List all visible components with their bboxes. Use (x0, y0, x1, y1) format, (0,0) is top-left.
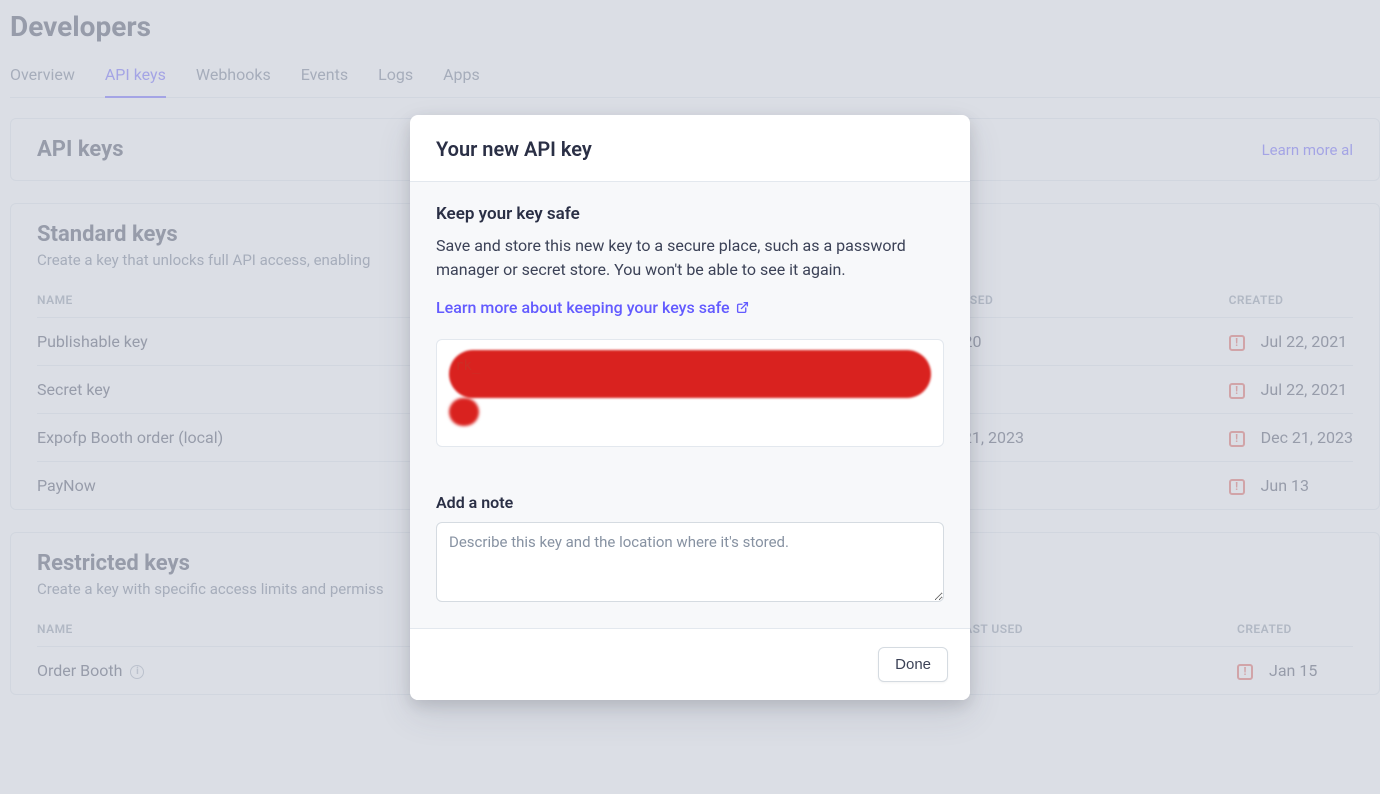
done-button[interactable]: Done (878, 647, 948, 682)
note-input[interactable] (436, 522, 944, 602)
key-prefix: rk_ (455, 358, 480, 374)
key-tail: ZF (455, 408, 925, 424)
modal-header: Your new API key (410, 115, 970, 182)
keep-safe-desc: Save and store this new key to a secure … (436, 234, 944, 282)
modal-title: Your new API key (436, 137, 944, 161)
external-link-icon (736, 301, 749, 314)
add-note-section: Add a note (410, 473, 970, 628)
add-note-heading: Add a note (436, 493, 944, 512)
modal-footer: Done (410, 628, 970, 700)
modal-overlay[interactable]: Your new API key Keep your key safe Save… (0, 0, 1380, 794)
keep-safe-link-text: Learn more about keeping your keys safe (436, 298, 730, 317)
redacted-key-overlay (449, 350, 931, 398)
keep-safe-heading: Keep your key safe (436, 204, 944, 224)
modal-body: Keep your key safe Save and store this n… (410, 182, 970, 473)
keep-safe-link[interactable]: Learn more about keeping your keys safe (436, 298, 749, 317)
api-key-display[interactable]: rk_ ZF (436, 339, 944, 447)
new-api-key-modal: Your new API key Keep your key safe Save… (410, 115, 970, 700)
